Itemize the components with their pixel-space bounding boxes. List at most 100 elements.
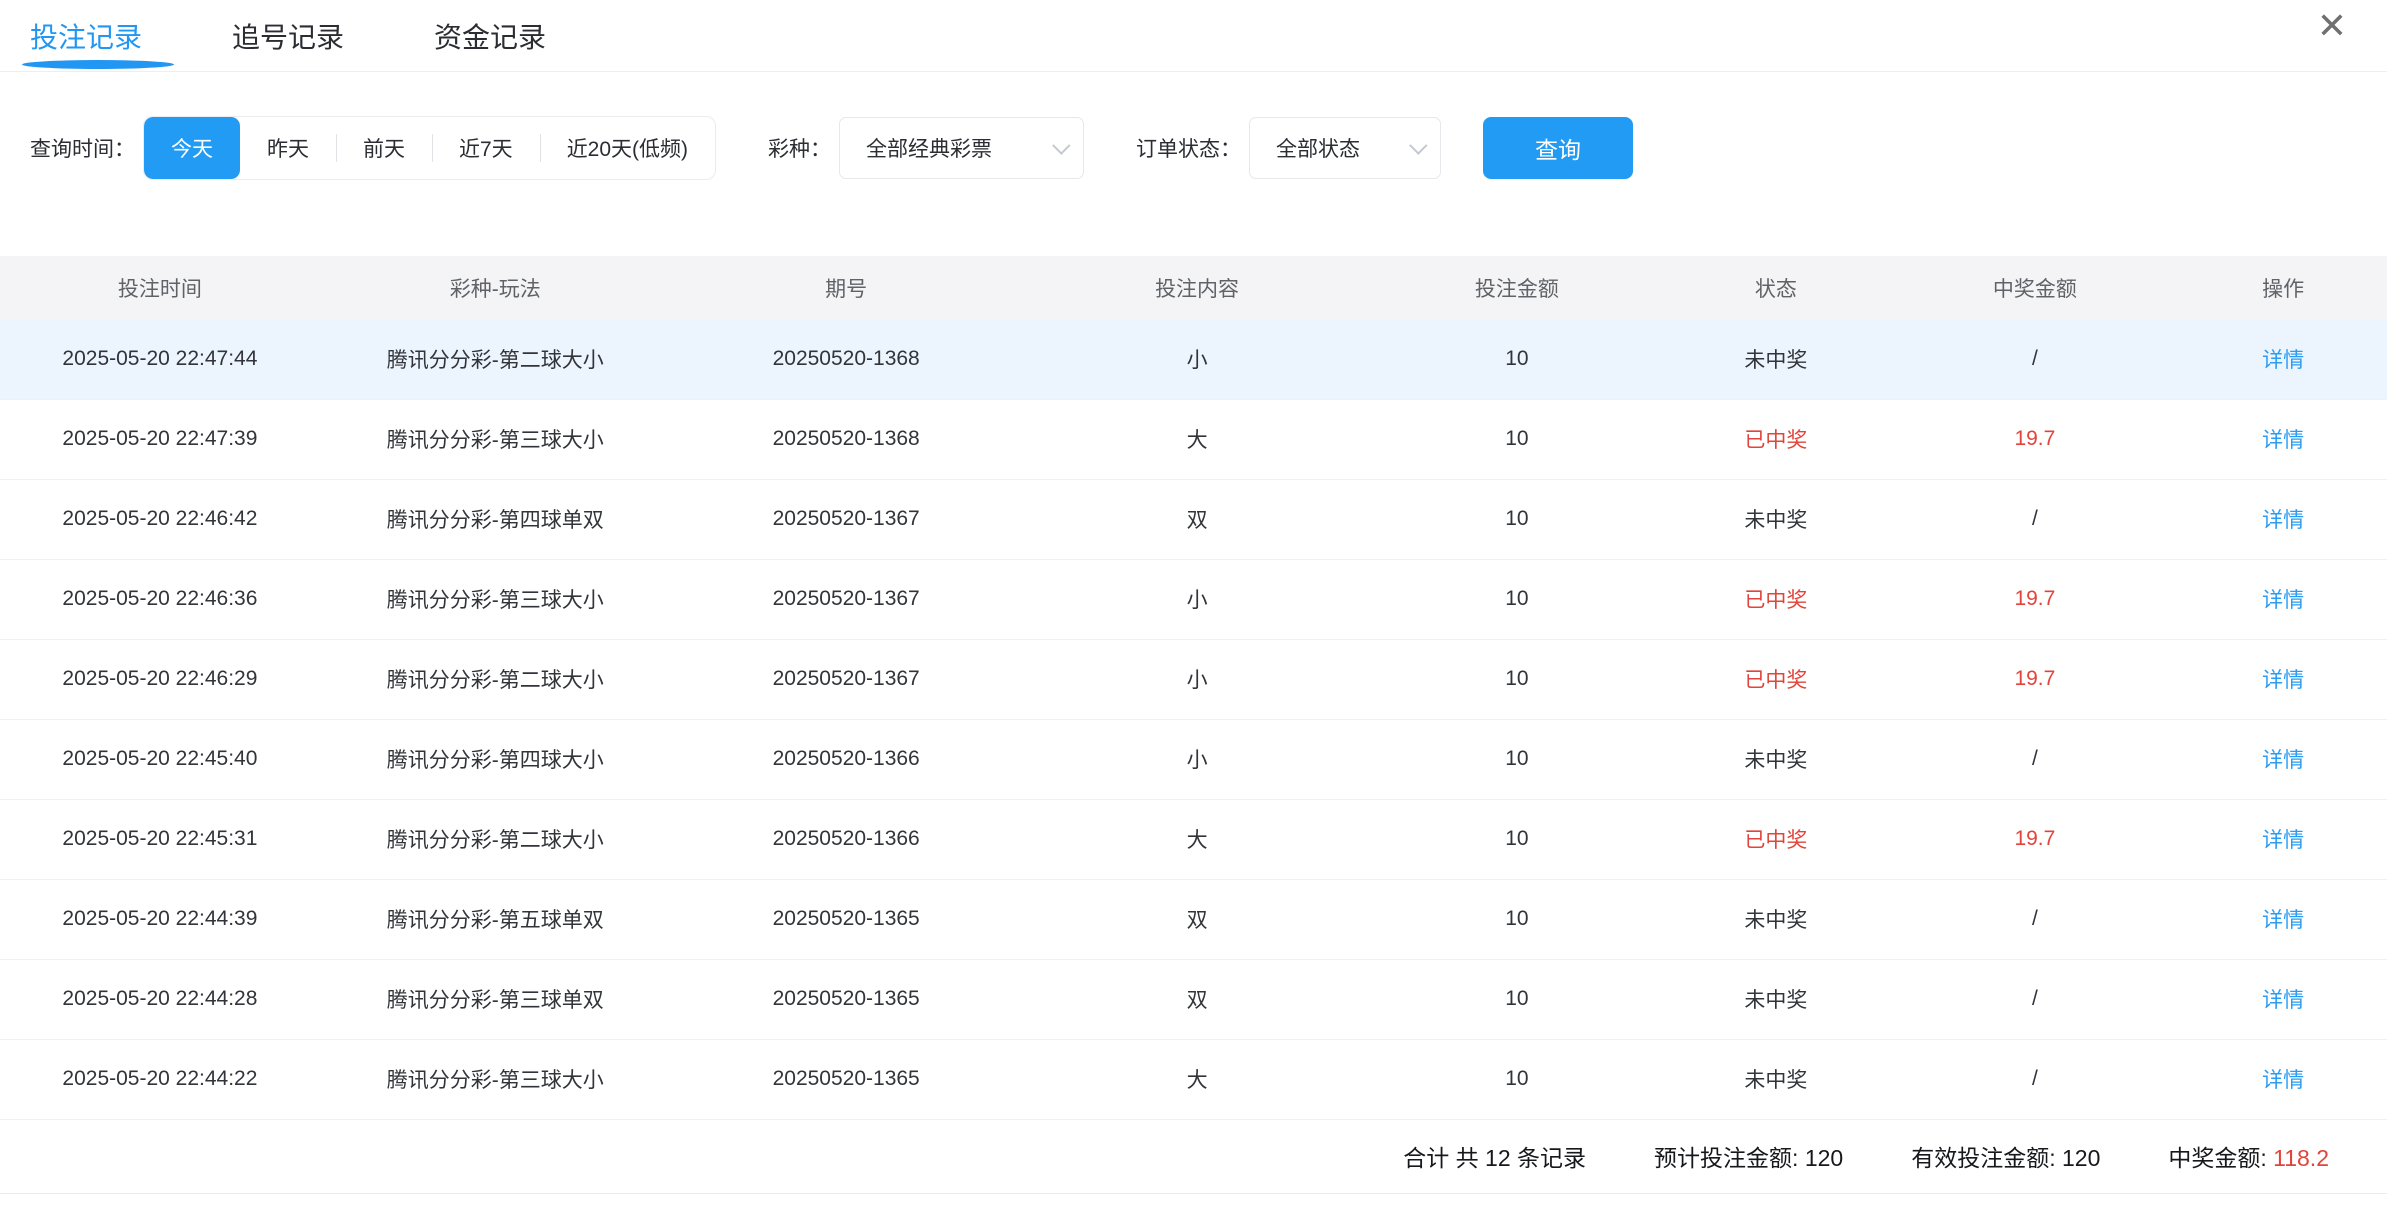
detail-link[interactable]: 详情 xyxy=(2262,429,2304,452)
detail-link[interactable]: 详情 xyxy=(2262,749,2304,772)
time-option-7days[interactable]: 近7天 xyxy=(432,117,540,179)
detail-link[interactable]: 详情 xyxy=(2262,589,2304,612)
prize-amount-cell: / xyxy=(1890,879,2179,959)
header-game-playtype: 彩种-玩法 xyxy=(320,256,671,319)
header-bet-time: 投注时间 xyxy=(0,256,320,319)
game-playtype-cell: 腾讯分分彩-第三球大小 xyxy=(320,559,671,639)
summary-expected-value: 120 xyxy=(1805,1145,1843,1171)
bet-amount-cell: 10 xyxy=(1373,639,1662,719)
action-cell: 详情 xyxy=(2179,1039,2387,1119)
detail-link[interactable]: 详情 xyxy=(2262,909,2304,932)
table-row: 2025-05-20 22:45:31腾讯分分彩-第二球大小20250520-1… xyxy=(0,799,2387,879)
table-row: 2025-05-20 22:44:28腾讯分分彩-第三球单双20250520-1… xyxy=(0,959,2387,1039)
bet-time-cell: 2025-05-20 22:45:31 xyxy=(0,799,320,879)
table-row: 2025-05-20 22:44:39腾讯分分彩-第五球单双20250520-1… xyxy=(0,879,2387,959)
detail-link[interactable]: 详情 xyxy=(2262,1069,2304,1092)
summary-total: 合计 共 12 条记录 xyxy=(1403,1139,1586,1173)
header-bet-amount: 投注金额 xyxy=(1373,256,1662,319)
bet-time-cell: 2025-05-20 22:47:39 xyxy=(0,399,320,479)
bet-amount-cell: 10 xyxy=(1373,959,1662,1039)
prize-amount-cell: / xyxy=(1890,319,2179,399)
lottery-select-value: 全部经典彩票 xyxy=(866,133,992,163)
summary-prize-label: 中奖金额: xyxy=(2168,1145,2266,1171)
table-header-row: 投注时间 彩种-玩法 期号 投注内容 投注金额 状态 中奖金额 操作 xyxy=(0,256,2387,319)
issue-cell: 20250520-1365 xyxy=(671,959,1022,1039)
game-playtype-cell: 腾讯分分彩-第二球大小 xyxy=(320,639,671,719)
detail-link[interactable]: 详情 xyxy=(2262,349,2304,372)
time-option-daybefore[interactable]: 前天 xyxy=(336,117,432,179)
game-playtype-cell: 腾讯分分彩-第二球大小 xyxy=(320,799,671,879)
tab-fund-records[interactable]: 资金记录 xyxy=(434,0,546,72)
prize-amount-cell: 19.7 xyxy=(1890,799,2179,879)
prize-amount-cell: 19.7 xyxy=(1890,639,2179,719)
order-status-select[interactable]: 全部状态 xyxy=(1249,117,1441,179)
summary-bar: 合计 共 12 条记录 预计投注金额: 120 有效投注金额: 120 中奖金额… xyxy=(0,1120,2387,1194)
detail-link[interactable]: 详情 xyxy=(2262,989,2304,1012)
issue-cell: 20250520-1366 xyxy=(671,719,1022,799)
issue-cell: 20250520-1367 xyxy=(671,559,1022,639)
detail-link[interactable]: 详情 xyxy=(2262,669,2304,692)
action-cell: 详情 xyxy=(2179,879,2387,959)
tab-bet-records[interactable]: 投注记录 xyxy=(30,0,142,72)
bet-time-cell: 2025-05-20 22:44:28 xyxy=(0,959,320,1039)
filter-bar: 查询时间： 今天 昨天 前天 近7天 近20天(低频) 彩种： 全部经典彩票 订… xyxy=(30,116,2387,180)
bet-amount-cell: 10 xyxy=(1373,879,1662,959)
close-icon[interactable]: ✕ xyxy=(2317,8,2347,44)
prize-amount-cell: / xyxy=(1890,1039,2179,1119)
tab-chase-records[interactable]: 追号记录 xyxy=(232,0,344,72)
table-row: 2025-05-20 22:45:40腾讯分分彩-第四球大小20250520-1… xyxy=(0,719,2387,799)
time-option-today[interactable]: 今天 xyxy=(144,117,240,179)
bet-amount-cell: 10 xyxy=(1373,479,1662,559)
order-status-select-value: 全部状态 xyxy=(1276,133,1360,163)
bet-amount-cell: 10 xyxy=(1373,399,1662,479)
detail-link[interactable]: 详情 xyxy=(2262,509,2304,532)
detail-link[interactable]: 详情 xyxy=(2262,829,2304,852)
summary-valid-amount: 有效投注金额: 120 xyxy=(1911,1139,2100,1173)
time-option-yesterday[interactable]: 昨天 xyxy=(240,117,336,179)
bet-content-cell: 大 xyxy=(1022,1039,1373,1119)
tab-label: 追号记录 xyxy=(232,16,344,56)
time-option-20days[interactable]: 近20天(低频) xyxy=(540,117,715,179)
game-playtype-cell: 腾讯分分彩-第五球单双 xyxy=(320,879,671,959)
order-status-filter-label: 订单状态： xyxy=(1136,133,1241,163)
game-playtype-cell: 腾讯分分彩-第四球单双 xyxy=(320,479,671,559)
game-playtype-cell: 腾讯分分彩-第三球大小 xyxy=(320,399,671,479)
status-cell: 已中奖 xyxy=(1661,799,1890,879)
bet-amount-cell: 10 xyxy=(1373,559,1662,639)
header-status: 状态 xyxy=(1661,256,1890,319)
issue-cell: 20250520-1368 xyxy=(671,399,1022,479)
bet-amount-cell: 10 xyxy=(1373,319,1662,399)
bet-content-cell: 小 xyxy=(1022,559,1373,639)
time-range-segmented-control: 今天 昨天 前天 近7天 近20天(低频) xyxy=(143,116,716,180)
bet-amount-cell: 10 xyxy=(1373,799,1662,879)
bet-content-cell: 双 xyxy=(1022,959,1373,1039)
game-playtype-cell: 腾讯分分彩-第三球单双 xyxy=(320,959,671,1039)
summary-expected-label: 预计投注金额: xyxy=(1654,1145,1798,1171)
bet-time-cell: 2025-05-20 22:45:40 xyxy=(0,719,320,799)
bet-content-cell: 双 xyxy=(1022,479,1373,559)
table-row: 2025-05-20 22:47:44腾讯分分彩-第二球大小20250520-1… xyxy=(0,319,2387,399)
bet-time-cell: 2025-05-20 22:46:42 xyxy=(0,479,320,559)
summary-valid-label: 有效投注金额: xyxy=(1911,1145,2055,1171)
query-button[interactable]: 查询 xyxy=(1483,117,1633,179)
bet-content-cell: 小 xyxy=(1022,319,1373,399)
bet-content-cell: 小 xyxy=(1022,719,1373,799)
bet-content-cell: 大 xyxy=(1022,799,1373,879)
prize-amount-cell: / xyxy=(1890,479,2179,559)
summary-prize-value: 118.2 xyxy=(2273,1145,2329,1171)
prize-amount-cell: / xyxy=(1890,719,2179,799)
bet-time-cell: 2025-05-20 22:46:29 xyxy=(0,639,320,719)
lottery-select[interactable]: 全部经典彩票 xyxy=(839,117,1084,179)
bet-time-cell: 2025-05-20 22:47:44 xyxy=(0,319,320,399)
issue-cell: 20250520-1365 xyxy=(671,879,1022,959)
header-prize-amount: 中奖金额 xyxy=(1890,256,2179,319)
issue-cell: 20250520-1367 xyxy=(671,479,1022,559)
chevron-down-icon xyxy=(1409,136,1427,154)
table-row: 2025-05-20 22:46:36腾讯分分彩-第三球大小20250520-1… xyxy=(0,559,2387,639)
table-row: 2025-05-20 22:46:42腾讯分分彩-第四球单双20250520-1… xyxy=(0,479,2387,559)
action-cell: 详情 xyxy=(2179,559,2387,639)
status-cell: 已中奖 xyxy=(1661,399,1890,479)
status-cell: 未中奖 xyxy=(1661,719,1890,799)
status-cell: 未中奖 xyxy=(1661,879,1890,959)
prize-amount-cell: / xyxy=(1890,959,2179,1039)
